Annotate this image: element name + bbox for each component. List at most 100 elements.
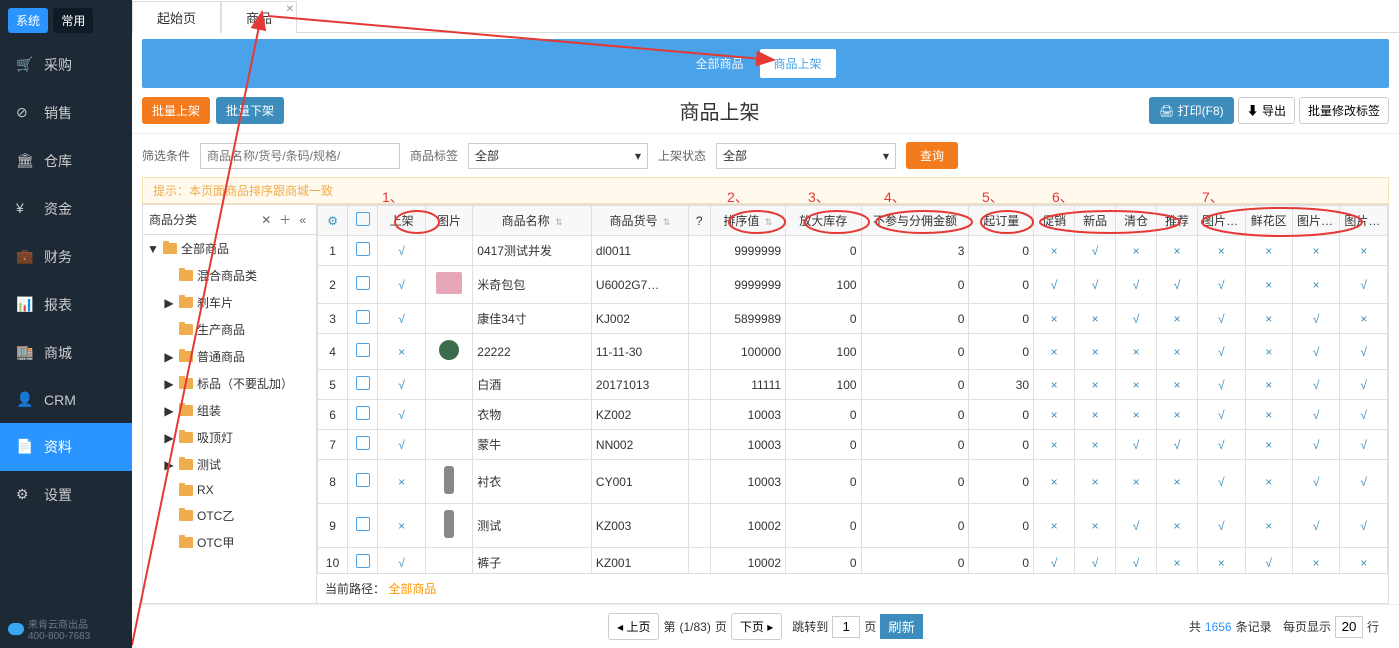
tree-node[interactable]: ▶组装	[159, 397, 316, 424]
checkbox[interactable]	[356, 554, 370, 568]
folder-icon	[179, 510, 193, 521]
tree-node[interactable]: ▶普通商品	[159, 343, 316, 370]
batch-up-button[interactable]: 批量上架	[142, 97, 210, 124]
tree-node[interactable]: ▶标品（不要乱加）	[159, 370, 316, 397]
col-header[interactable]	[348, 206, 378, 236]
tabs: 起始页 商品 ✕	[132, 0, 1399, 33]
refresh-button[interactable]: 刷新	[880, 614, 923, 639]
folder-icon	[179, 459, 193, 470]
col-header[interactable]: 图片	[425, 206, 472, 236]
add-icon[interactable]: ＋	[275, 211, 295, 228]
banner-left-tab[interactable]: 全部商品	[695, 55, 743, 72]
nav-item-6[interactable]: 🏬商城	[0, 329, 132, 377]
system-button[interactable]: 系统	[8, 8, 48, 33]
nav-item-5[interactable]: 📊报表	[0, 281, 132, 329]
tree-root[interactable]: ▼全部商品	[143, 235, 316, 262]
brand-line1: 来肯云商出品	[28, 620, 88, 631]
col-header[interactable]: 图片标签2	[1292, 206, 1339, 236]
nav-item-2[interactable]: 🏛仓库	[0, 137, 132, 185]
close-icon[interactable]: ✕	[286, 4, 294, 15]
query-button[interactable]: 查询	[906, 142, 958, 169]
col-header[interactable]: 清仓	[1116, 206, 1157, 236]
thumb-icon	[444, 466, 454, 494]
jump-page-input[interactable]	[832, 616, 860, 638]
tag-filter-select[interactable]: 全部▾	[468, 143, 648, 169]
nav-item-7[interactable]: 👤CRM	[0, 377, 132, 423]
banner-right-tab[interactable]: 商品上架	[760, 49, 836, 78]
table-row[interactable]: 9×测试KZ00310002000××√×√×√√	[318, 504, 1388, 548]
col-header[interactable]: 推荐	[1157, 206, 1198, 236]
table-row[interactable]: 2√米奇包包U6002G7…999999910000√√√√√××√	[318, 266, 1388, 304]
col-header[interactable]: 商品名称 ⇅	[473, 206, 592, 236]
col-header[interactable]: 排序值 ⇅	[710, 206, 786, 236]
tree-node[interactable]: OTC乙	[159, 502, 316, 529]
col-header[interactable]: 上架	[378, 206, 425, 236]
collapse-icon[interactable]: «	[295, 213, 310, 227]
batch-down-button[interactable]: 批量下架	[216, 97, 284, 124]
tree-node[interactable]: ▶刹车片	[159, 289, 316, 316]
col-header[interactable]: 起订量	[969, 206, 1034, 236]
checkbox[interactable]	[356, 473, 370, 487]
export-button[interactable]: ⬇ 导出	[1238, 97, 1295, 124]
nav-item-4[interactable]: 💼财务	[0, 233, 132, 281]
category-tree: 商品分类 ✕ ＋ « ▼全部商品 混合商品类▶刹车片 生产商品▶普通商品▶标品（…	[142, 204, 317, 604]
checkbox[interactable]	[356, 406, 370, 420]
checkbox[interactable]	[356, 242, 370, 256]
folder-icon	[179, 405, 193, 416]
batch-edit-tag-button[interactable]: 批量修改标签	[1299, 97, 1389, 124]
col-header[interactable]: ⚙	[318, 206, 348, 236]
prev-page-button[interactable]: ◂ 上页	[608, 613, 659, 640]
col-header[interactable]: 图片标签	[1198, 206, 1245, 236]
table-row[interactable]: 6√衣物KZ00210003000××××√×√√	[318, 400, 1388, 430]
filter-search-input[interactable]	[200, 143, 400, 169]
product-grid: ⚙ 上架图片商品名称 ⇅商品货号 ⇅?排序值 ⇅放大库存不参与分佣金额起订量促销新…	[317, 205, 1388, 573]
tree-node[interactable]: OTC甲	[159, 529, 316, 556]
thumb-icon	[444, 510, 454, 538]
checkbox[interactable]	[356, 212, 370, 226]
table-row[interactable]: 4×2222211-11-3010000010000××××√×√√	[318, 334, 1388, 370]
col-header[interactable]: ?	[688, 206, 710, 236]
checkbox[interactable]	[356, 310, 370, 324]
col-header[interactable]: 图片标签3	[1340, 206, 1388, 236]
checkbox[interactable]	[356, 276, 370, 290]
checkbox[interactable]	[356, 343, 370, 357]
table-row[interactable]: 7√蒙牛NN00210003000××√√√×√√	[318, 430, 1388, 460]
status-filter-select[interactable]: 全部▾	[716, 143, 896, 169]
table-row[interactable]: 8×衬衣CY00110003000××××√×√√	[318, 460, 1388, 504]
grid-scroll[interactable]: ⚙ 上架图片商品名称 ⇅商品货号 ⇅?排序值 ⇅放大库存不参与分佣金额起订量促销新…	[317, 205, 1388, 573]
checkbox[interactable]	[356, 436, 370, 450]
next-page-button[interactable]: 下页 ▸	[731, 613, 782, 640]
col-header[interactable]: 新品	[1075, 206, 1116, 236]
print-button[interactable]: 🖨 打印(F8)	[1149, 97, 1234, 124]
col-header[interactable]: 放大库存	[786, 206, 862, 236]
table-row[interactable]: 10√裤子KZ00110002000√√√××√××	[318, 548, 1388, 574]
tree-node[interactable]: 生产商品	[159, 316, 316, 343]
nav: 🛒采购⊘销售🏛仓库¥资金💼财务📊报表🏬商城👤CRM📄资料⚙设置	[0, 41, 132, 610]
close-icon[interactable]: ✕	[257, 213, 275, 227]
perpage-input[interactable]	[1335, 616, 1363, 638]
nav-item-8[interactable]: 📄资料	[0, 423, 132, 471]
cloud-icon	[8, 623, 24, 635]
tab-start[interactable]: 起始页	[132, 1, 221, 33]
gear-icon[interactable]: ⚙	[327, 214, 338, 228]
col-header[interactable]: 促销	[1034, 206, 1075, 236]
tree-node[interactable]: RX	[159, 478, 316, 502]
table-row[interactable]: 1√0417测试并发dl00119999999030×√××××××	[318, 236, 1388, 266]
nav-item-9[interactable]: ⚙设置	[0, 471, 132, 519]
common-button[interactable]: 常用	[53, 8, 93, 33]
col-header[interactable]: 鲜花区	[1245, 206, 1292, 236]
nav-item-1[interactable]: ⊘销售	[0, 89, 132, 137]
col-header[interactable]: 不参与分佣金额	[861, 206, 969, 236]
tree-node[interactable]: 混合商品类	[159, 262, 316, 289]
nav-item-0[interactable]: 🛒采购	[0, 41, 132, 89]
tree-node[interactable]: ▶测试	[159, 451, 316, 478]
table-row[interactable]: 5√白酒2017101311111100030××××√×√√	[318, 370, 1388, 400]
tab-product[interactable]: 商品 ✕	[221, 1, 297, 33]
table-row[interactable]: 3√康佳34寸KJ0025899989000××√×√×√×	[318, 304, 1388, 334]
col-header[interactable]: 商品货号 ⇅	[591, 206, 688, 236]
checkbox[interactable]	[356, 376, 370, 390]
nav-item-3[interactable]: ¥资金	[0, 185, 132, 233]
tree-node[interactable]: ▶吸顶灯	[159, 424, 316, 451]
folder-icon	[179, 537, 193, 548]
checkbox[interactable]	[356, 517, 370, 531]
